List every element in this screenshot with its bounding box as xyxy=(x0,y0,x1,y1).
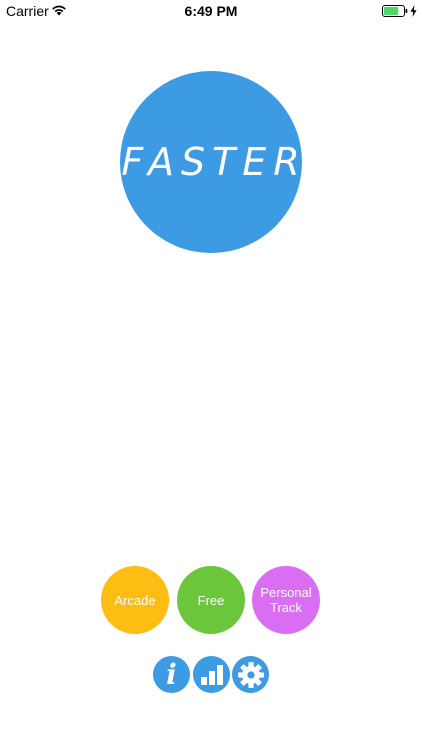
info-icon: i xyxy=(166,657,177,691)
personal-track-mode-label: Personal Track xyxy=(260,585,312,615)
battery-level-fill xyxy=(384,7,399,15)
logo-text: FASTER xyxy=(121,140,307,184)
free-mode-label: Free xyxy=(197,592,225,608)
charging-bolt-icon xyxy=(410,5,417,17)
faster-logo: FASTER xyxy=(120,71,302,253)
bar-chart-icon xyxy=(200,664,223,685)
gear-icon xyxy=(237,661,264,688)
settings-button[interactable] xyxy=(232,656,269,693)
free-mode-button[interactable]: Free xyxy=(177,566,245,634)
clock-time: 6:49 PM xyxy=(184,3,238,19)
status-bar: Carrier 6:49 PM xyxy=(0,0,422,22)
personal-track-mode-button[interactable]: Personal Track xyxy=(252,566,320,634)
stats-button[interactable] xyxy=(193,656,230,693)
battery-icon xyxy=(382,5,408,17)
arcade-mode-label: Arcade xyxy=(114,592,156,608)
arcade-mode-button[interactable]: Arcade xyxy=(101,566,169,634)
info-button[interactable]: i xyxy=(153,656,190,693)
